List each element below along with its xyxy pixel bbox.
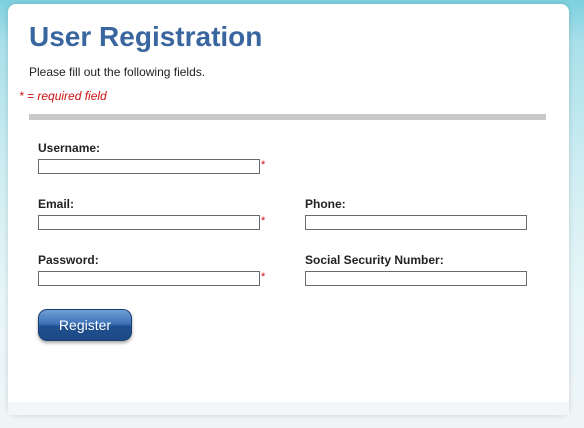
username-input[interactable] <box>38 159 260 174</box>
register-button[interactable]: Register <box>38 309 132 341</box>
ssn-label: Social Security Number: <box>305 253 444 267</box>
ssn-input[interactable] <box>305 271 527 286</box>
required-field-note: * = required field <box>19 89 107 103</box>
panel-footer <box>8 402 569 415</box>
email-input[interactable] <box>38 215 260 230</box>
password-input[interactable] <box>38 271 260 286</box>
email-label: Email: <box>38 197 75 211</box>
password-label: Password: <box>38 253 99 267</box>
section-divider <box>29 114 546 120</box>
phone-input[interactable] <box>305 215 527 230</box>
password-required-marker: * <box>261 271 266 283</box>
intro-text: Please fill out the following fields. <box>29 65 206 79</box>
username-label: Username: <box>38 141 101 155</box>
phone-label: Phone: <box>305 197 346 211</box>
email-required-marker: * <box>261 215 266 227</box>
username-required-marker: * <box>261 159 266 171</box>
page-title: User Registration <box>29 21 263 52</box>
